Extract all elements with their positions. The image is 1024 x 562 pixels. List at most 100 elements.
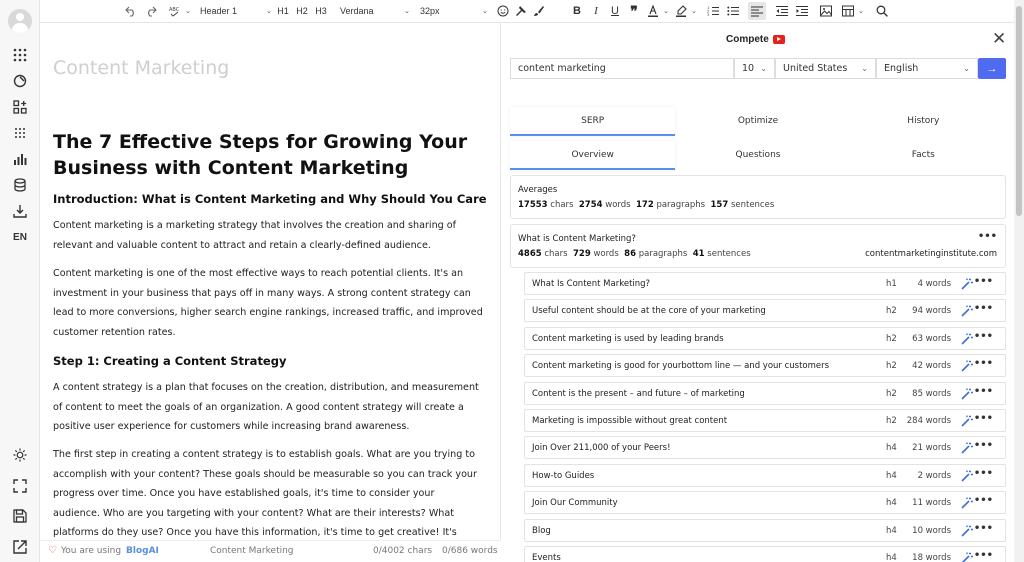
indent-increase-icon[interactable] [795,2,809,20]
search-submit-button[interactable]: → [978,58,1006,79]
paragraph[interactable]: A content strategy is a plan that focuse… [53,378,483,437]
highlight-dropdown[interactable]: ⌄ [674,2,698,20]
bold-button[interactable]: B [570,2,584,20]
exit-icon[interactable] [10,537,30,557]
magic-wand-icon[interactable] [961,360,973,372]
magic-wand-icon[interactable] [961,442,973,454]
brand-link[interactable]: BlogAI [126,546,159,556]
align-left-icon[interactable] [748,2,766,20]
h3-button[interactable]: H3 [314,2,328,20]
magic-wand-icon[interactable] [961,415,973,427]
more-icon[interactable]: ••• [974,440,993,451]
heading-row[interactable]: Useful content should be at the core of … [524,299,1006,323]
h1-button[interactable]: H1 [276,2,290,20]
font-family-select[interactable]: Verdana ⌄ [340,2,410,20]
tab-facts[interactable]: Facts [841,141,1006,170]
quote-icon[interactable]: ❞ [627,2,641,20]
more-icon[interactable]: ••• [974,495,993,506]
redo-icon[interactable] [144,2,158,20]
magic-wand-icon[interactable] [961,333,973,345]
numbered-list-icon[interactable]: 123 [706,2,720,20]
heading-row[interactable]: Content marketing is good for yourbottom… [524,354,1006,378]
more-icon[interactable]: ••• [974,386,993,397]
step1-heading[interactable]: Step 1: Creating a Content Strategy [53,354,286,368]
magic-wand-icon[interactable] [961,470,973,482]
heading-row[interactable]: Events h4 18 words ••• [524,546,1006,562]
more-icon[interactable]: ••• [974,276,993,287]
indent-decrease-icon[interactable] [775,2,789,20]
result-url[interactable]: contentmarketinginstitute.com [865,249,997,259]
heading-row[interactable]: Blog h4 10 words ••• [524,518,1006,542]
heading-row[interactable]: Content marketing is used by leading bra… [524,326,1006,350]
more-icon[interactable]: ••• [974,550,993,561]
block-type-select[interactable]: Header 1 ⌄ [200,2,272,20]
tab-overview[interactable]: Overview [510,141,676,170]
magic-wand-icon[interactable] [961,388,973,400]
heading-row[interactable]: Join Our Community h4 11 words ••• [524,491,1006,515]
paragraph[interactable]: Content marketing is one of the most eff… [53,264,483,342]
more-icon[interactable]: ••• [974,413,993,424]
more-icon[interactable]: ••• [974,331,993,342]
result-title[interactable]: What is Content Marketing? [518,234,636,244]
download-icon[interactable] [10,201,30,221]
result-count-select[interactable]: 10 ⌄ [734,58,775,79]
h2-button[interactable]: H2 [295,2,309,20]
language-toggle[interactable]: EN [10,227,30,247]
magic-wand-icon[interactable] [961,497,973,509]
image-icon[interactable] [819,2,833,20]
brightness-icon[interactable] [10,445,30,465]
more-icon[interactable]: ••• [974,358,993,369]
editor-canvas[interactable]: Content Marketing The 7 Effective Steps … [40,23,501,540]
heading-row[interactable]: Join Over 211,000 of your Peers! h4 21 wor… [524,436,1006,460]
scrollbar[interactable] [1014,0,1024,562]
paragraph[interactable]: The first step in creating a content str… [53,445,483,540]
more-icon[interactable]: ••• [978,231,997,242]
palette-icon[interactable] [10,71,30,91]
document-title[interactable]: Content Marketing [53,57,229,79]
fullscreen-icon[interactable] [10,476,30,496]
magic-wand-icon[interactable] [961,525,973,537]
intro-heading[interactable]: Introduction: What is Content Marketing … [53,192,487,206]
more-icon[interactable]: ••• [974,303,993,314]
scrollbar-thumb[interactable] [1016,6,1022,216]
dots-grid-icon[interactable] [10,123,30,143]
paragraph[interactable]: Content marketing is a marketing strateg… [53,216,483,255]
heading-row[interactable]: What Is Content Marketing? h1 4 words ••• [524,272,1006,295]
avatar[interactable] [8,9,32,33]
pin-icon[interactable] [514,2,528,20]
more-icon[interactable]: ••• [974,523,993,534]
magic-wand-icon[interactable] [961,552,973,562]
tab-serp[interactable]: SERP [510,107,676,136]
close-icon[interactable]: ✕ [992,29,1006,49]
text-color-dropdown[interactable]: ⌄ [646,2,670,20]
database-icon[interactable] [10,175,30,195]
tab-optimize[interactable]: Optimize [675,107,840,136]
table-dropdown[interactable]: ⌄ [840,2,866,20]
magic-wand-icon[interactable] [961,305,973,317]
article-heading[interactable]: The 7 Effective Steps for Growing Your B… [53,129,483,181]
magic-wand-icon[interactable] [961,278,973,290]
youtube-icon[interactable] [772,35,785,44]
font-size-select[interactable]: 32px ⌄ [420,2,488,20]
apps-grid-icon[interactable] [10,45,30,65]
add-block-icon[interactable] [10,97,30,117]
spellcheck-dropdown[interactable]: ABC ⌄ [166,2,194,20]
search-icon[interactable] [875,2,889,20]
heading-row[interactable]: Marketing is impossible without great co… [524,409,1006,432]
result-card[interactable]: What is Content Marketing? ••• 4865 char… [510,224,1006,268]
bullet-list-icon[interactable] [726,2,740,20]
emoji-icon[interactable] [496,2,510,20]
brush-icon[interactable] [532,2,546,20]
more-icon[interactable]: ••• [974,468,993,479]
heading-row[interactable]: How-to Guides h4 2 words ••• [524,463,1006,487]
save-icon[interactable] [10,506,30,526]
language-select[interactable]: English ⌄ [876,58,978,79]
undo-icon[interactable] [124,2,138,20]
heading-row[interactable]: Content is the present – and future – of… [524,381,1006,405]
bar-chart-icon[interactable] [10,149,30,169]
tab-questions[interactable]: Questions [675,141,840,170]
keyword-input[interactable]: content marketing [510,58,734,79]
italic-button[interactable]: I [589,2,603,20]
tab-history[interactable]: History [841,107,1006,136]
country-select[interactable]: United States ⌄ [775,58,876,79]
